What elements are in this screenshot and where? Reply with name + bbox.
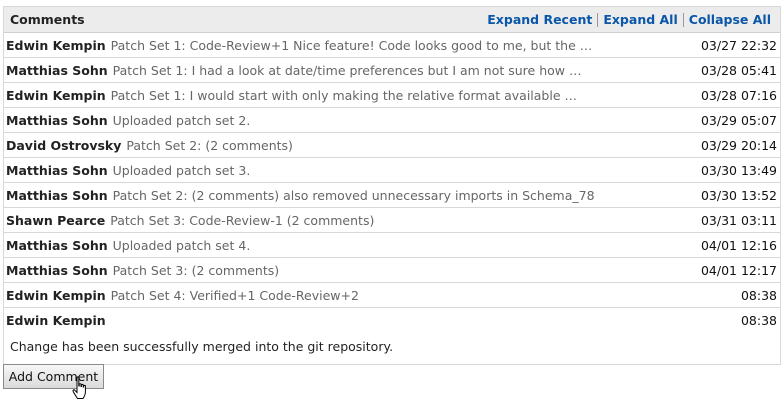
comment-author: Matthias Sohn xyxy=(6,162,108,178)
comment-row[interactable]: Edwin Kempin Patch Set 1: I would start w… xyxy=(4,83,780,108)
comment-row[interactable]: Matthias Sohn Uploaded patch set 3. 03/30 … xyxy=(4,158,780,183)
comment-summary: Patch Set 2: (2 comments) also removed u… xyxy=(112,187,595,203)
expand-all-link[interactable]: Expand All xyxy=(598,12,682,27)
comment-author: Edwin Kempin xyxy=(6,287,106,303)
comment-summary: Uploaded patch set 3. xyxy=(112,162,251,178)
comment-date: 08:38 xyxy=(740,287,777,303)
comment-message: Change has been successfully merged into… xyxy=(10,339,394,354)
collapse-all-link[interactable]: Collapse All xyxy=(684,12,776,27)
comment-author: Matthias Sohn xyxy=(6,187,108,203)
comment-row[interactable]: Edwin Kempin Patch Set 1: Code-Review+1 N… xyxy=(4,33,780,58)
comment-summary: Patch Set 3: (2 comments) xyxy=(112,262,280,278)
comment-summary: Patch Set 3: Code-Review-1 (2 comments) xyxy=(110,212,375,228)
comment-list: Edwin Kempin Patch Set 1: Code-Review+1 N… xyxy=(4,33,780,308)
comments-title: Comments xyxy=(10,12,85,27)
comments-panel: Comments Expand Recent Expand All Collap… xyxy=(3,6,781,365)
comment-date: 03/31 03:11 xyxy=(700,212,777,228)
comment-date: 03/28 05:41 xyxy=(700,62,777,78)
comment-row[interactable]: Matthias Sohn Uploaded patch set 2. 03/29 … xyxy=(4,108,780,133)
comment-row[interactable]: Edwin Kempin Patch Set 4: Verified+1 Code… xyxy=(4,283,780,308)
comment-row[interactable]: Shawn Pearce Patch Set 3: Code-Review-1 (… xyxy=(4,208,780,233)
comment-date: 04/01 12:16 xyxy=(700,237,777,253)
comment-row-expanded[interactable]: Edwin Kempin 08:38 xyxy=(4,308,780,333)
comment-summary: Patch Set 1: I had a look at date/time p… xyxy=(112,62,582,78)
comment-date: 03/29 05:07 xyxy=(700,112,777,128)
comment-summary: Uploaded patch set 4. xyxy=(112,237,251,253)
comment-author: Matthias Sohn xyxy=(6,237,108,253)
comment-date: 03/27 22:32 xyxy=(700,37,777,53)
comment-summary: Patch Set 2: (2 comments) xyxy=(126,137,293,153)
comments-header: Comments Expand Recent Expand All Collap… xyxy=(4,7,780,33)
comment-author: Shawn Pearce xyxy=(6,212,106,228)
comment-author: Edwin Kempin xyxy=(6,87,106,103)
hand-pointer-icon xyxy=(72,376,86,399)
comment-author: Edwin Kempin xyxy=(6,313,106,328)
comment-date: 08:38 xyxy=(740,313,777,328)
comment-author: Matthias Sohn xyxy=(6,262,108,278)
comment-summary: Uploaded patch set 2. xyxy=(112,112,251,128)
comment-row[interactable]: David Ostrovsky Patch Set 2: (2 comments)… xyxy=(4,133,780,158)
comment-date: 03/30 13:49 xyxy=(700,162,777,178)
comment-row[interactable]: Matthias Sohn Patch Set 2: (2 comments) a… xyxy=(4,183,780,208)
comment-date: 03/30 13:52 xyxy=(700,187,777,203)
comment-author: Edwin Kempin xyxy=(6,37,106,53)
comment-author: David Ostrovsky xyxy=(6,137,122,153)
expand-recent-link[interactable]: Expand Recent xyxy=(482,12,597,27)
comment-date: 03/29 20:14 xyxy=(700,137,777,153)
comment-row[interactable]: Matthias Sohn Uploaded patch set 4. 04/01 … xyxy=(4,233,780,258)
comment-row[interactable]: Matthias Sohn Patch Set 1: I had a look a… xyxy=(4,58,780,83)
comment-summary: Patch Set 4: Verified+1 Code-Review+2 xyxy=(110,287,359,303)
comment-date: 03/28 07:16 xyxy=(700,87,777,103)
comment-summary: Patch Set 1: I would start with only mak… xyxy=(110,87,578,103)
comment-author: Matthias Sohn xyxy=(6,112,108,128)
comment-summary: Patch Set 1: Code-Review+1 Nice feature!… xyxy=(110,37,593,53)
comment-author: Matthias Sohn xyxy=(6,62,108,78)
comment-date: 04/01 12:17 xyxy=(700,262,777,278)
comments-actions: Expand Recent Expand All Collapse All xyxy=(482,12,780,27)
comment-row[interactable]: Matthias Sohn Patch Set 3: (2 comments) 04… xyxy=(4,258,780,283)
